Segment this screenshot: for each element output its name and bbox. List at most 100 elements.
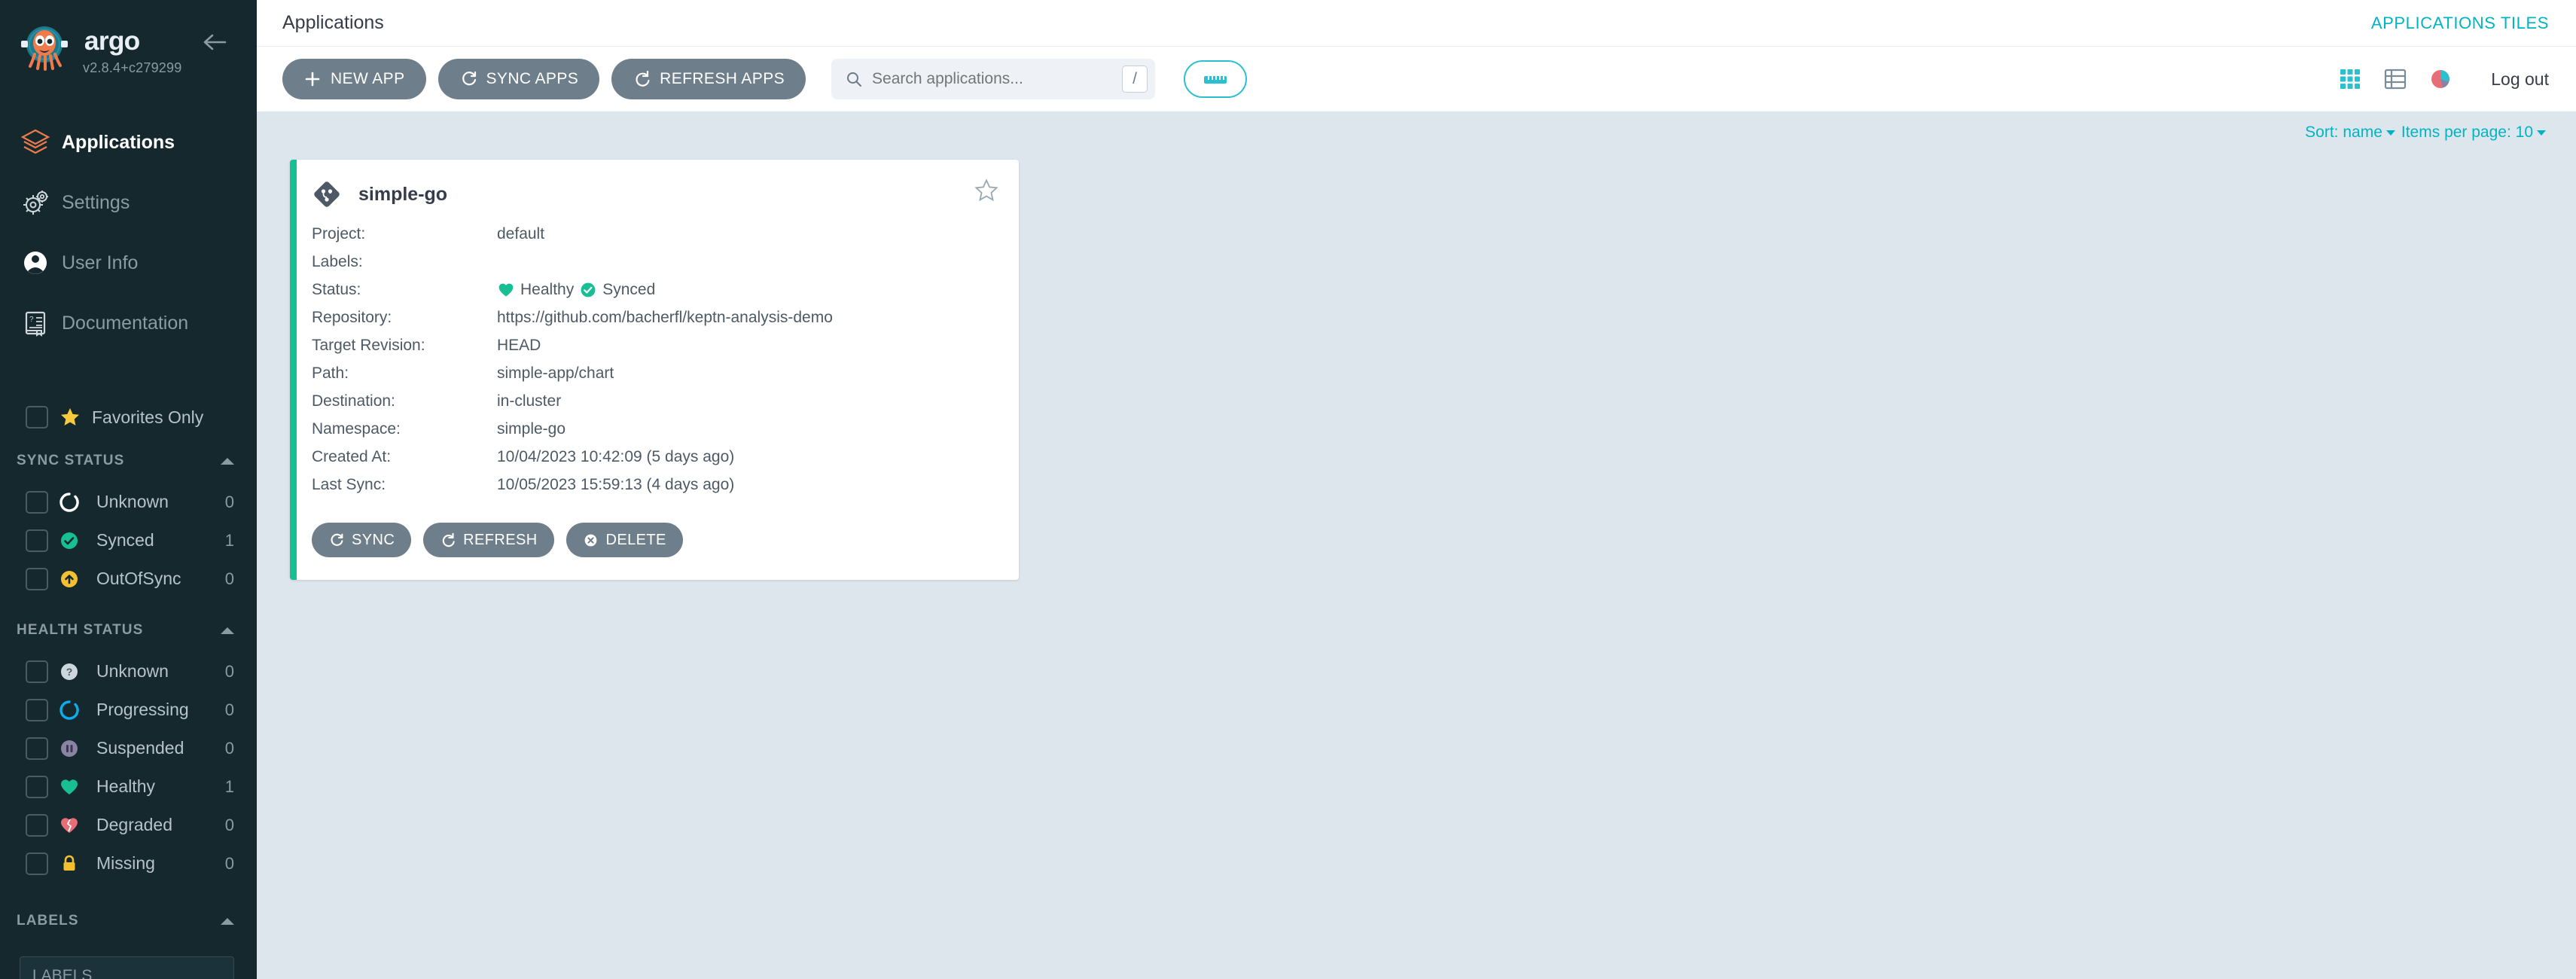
sync-icon: [331, 533, 343, 546]
star-icon: [59, 406, 81, 429]
items-per-page-label: Items per page: 10: [2401, 124, 2533, 141]
search-shortcut-badge: /: [1122, 66, 1148, 93]
applications-tiles-link[interactable]: APPLICATIONS TILES: [2371, 14, 2549, 33]
sync-outofsync-checkbox[interactable]: [26, 567, 48, 590]
health-missing-count: 0: [224, 853, 234, 873]
health-filter-suspended[interactable]: Suspended 0: [0, 729, 257, 767]
sync-status-section-header[interactable]: SYNC STATUS: [0, 439, 257, 483]
refresh-icon: [636, 70, 650, 87]
search-box[interactable]: /: [831, 59, 1156, 99]
sync-synced-label: Synced: [96, 530, 154, 550]
refresh-apps-button[interactable]: REFRESH APPS: [611, 59, 806, 99]
items-per-page-selector[interactable]: Items per page: 10: [2401, 124, 2546, 142]
health-unknown-checkbox[interactable]: [26, 660, 48, 683]
sync-status-title: SYNC STATUS: [17, 453, 125, 468]
sort-label: Sort: name: [2305, 124, 2382, 141]
view-mode-switcher: [2337, 66, 2453, 92]
sidebar-item-settings[interactable]: Settings: [0, 172, 257, 233]
health-degraded-checkbox[interactable]: [26, 813, 48, 837]
search-input[interactable]: [872, 70, 1123, 88]
sidebar: argo v2.8.4+c279299 Applications Setting…: [0, 0, 257, 979]
sidebar-item-label: User Info: [62, 252, 139, 273]
sync-outofsync-count: 0: [224, 569, 234, 588]
main-area: Applications APPLICATIONS TILES NEW APP …: [257, 0, 2576, 979]
favorite-star-button[interactable]: [974, 178, 999, 207]
card-sync-button[interactable]: SYNC: [312, 523, 412, 557]
sort-and-paging-bar: Sort: name Items per page: 10: [257, 111, 2576, 154]
application-name[interactable]: simple-go: [358, 184, 447, 206]
sidebar-item-documentation[interactable]: ? Documentation: [0, 293, 257, 353]
health-filter-unknown[interactable]: ? Unknown 0: [0, 652, 257, 691]
chevron-up-icon[interactable]: [221, 627, 234, 634]
health-filter-degraded[interactable]: Degraded 0: [0, 806, 257, 844]
sidebar-item-user-info[interactable]: User Info: [0, 233, 257, 293]
sync-filter-synced[interactable]: Synced 1: [0, 521, 257, 560]
sidebar-item-applications[interactable]: Applications: [0, 112, 257, 172]
card-refresh-button[interactable]: REFRESH: [423, 523, 554, 557]
svg-text:?: ?: [66, 666, 73, 678]
sync-unknown-label: Unknown: [96, 492, 169, 511]
lock-icon: [59, 853, 92, 874]
health-healthy-checkbox[interactable]: [26, 775, 48, 798]
brand-text: argo v2.8.4+c279299: [83, 23, 196, 76]
field-key: Labels:: [312, 252, 363, 270]
filter-toggle-button[interactable]: [1184, 60, 1248, 98]
sync-synced-count: 1: [224, 530, 234, 550]
delete-icon: [584, 534, 596, 546]
health-degraded-count: 0: [224, 815, 234, 834]
card-refresh-label: REFRESH: [463, 531, 538, 548]
labels-input-wrapper[interactable]: LABELS: [20, 956, 234, 979]
favorites-only-filter[interactable]: Favorites Only: [0, 395, 257, 439]
health-status-title: HEALTH STATUS: [17, 622, 144, 638]
labels-section-header[interactable]: LABELS: [0, 899, 257, 943]
field-value[interactable]: https://github.com/bacherfl/keptn-analys…: [497, 309, 833, 327]
health-filter-missing[interactable]: Missing 0: [0, 844, 257, 883]
git-repo-icon: [312, 179, 342, 209]
field-labels: Labels:: [312, 248, 1019, 276]
collapse-sidebar-button[interactable]: [200, 27, 230, 57]
application-card[interactable]: simple-go Project: default Labels: Statu…: [290, 160, 1019, 580]
argo-wordmark-icon: argo: [83, 27, 196, 57]
health-filter-healthy[interactable]: Healthy 1: [0, 767, 257, 806]
field-destination: Destination: in-cluster: [312, 387, 1019, 415]
refresh-apps-label: REFRESH APPS: [660, 70, 785, 87]
field-status: Status: Healthy Synced: [312, 276, 1019, 303]
health-degraded-label: Degraded: [96, 815, 173, 834]
sync-filter-unknown[interactable]: Unknown 0: [0, 483, 257, 521]
card-delete-button[interactable]: DELETE: [566, 523, 683, 557]
health-suspended-label: Suspended: [96, 738, 184, 758]
health-suspended-checkbox[interactable]: [26, 737, 48, 760]
sync-filter-outofsync[interactable]: OutOfSync 0: [0, 560, 257, 598]
logout-button[interactable]: Log out: [2491, 69, 2549, 90]
favorites-only-checkbox[interactable]: [26, 406, 48, 429]
field-key: Last Sync:: [312, 475, 386, 493]
health-filter-progressing[interactable]: Progressing 0: [0, 691, 257, 729]
sync-unknown-checkbox[interactable]: [26, 490, 48, 514]
health-missing-checkbox[interactable]: [26, 852, 48, 875]
health-progressing-checkbox[interactable]: [26, 698, 48, 721]
brand-block: argo v2.8.4+c279299: [0, 0, 257, 76]
sync-apps-button[interactable]: SYNC APPS: [437, 59, 600, 99]
sync-apps-label: SYNC APPS: [486, 70, 579, 87]
check-circle-icon: [581, 282, 596, 297]
sync-synced-checkbox[interactable]: [26, 529, 48, 552]
chevron-up-icon[interactable]: [221, 457, 234, 465]
health-status-label: Healthy: [520, 280, 575, 298]
list-view-icon[interactable]: [2382, 66, 2408, 92]
refresh-icon: [442, 532, 455, 547]
breadcrumb: Applications: [282, 12, 384, 33]
field-key: Created At:: [312, 447, 392, 465]
field-path: Path: simple-app/chart: [312, 359, 1019, 387]
gear-icon: [20, 187, 62, 218]
field-value: simple-app/chart: [497, 364, 614, 382]
heart-broken-icon: [59, 815, 92, 836]
pie-chart-view-icon[interactable]: [2428, 66, 2453, 92]
sort-selector[interactable]: Sort: name: [2305, 124, 2395, 142]
chevron-up-icon[interactable]: [221, 917, 234, 925]
health-status-section-header[interactable]: HEALTH STATUS: [0, 608, 257, 652]
new-app-button[interactable]: NEW APP: [282, 59, 426, 99]
layers-icon: [20, 127, 62, 158]
field-key: Repository:: [312, 308, 392, 326]
field-key: Destination:: [312, 392, 395, 410]
grid-view-icon[interactable]: [2337, 66, 2363, 92]
